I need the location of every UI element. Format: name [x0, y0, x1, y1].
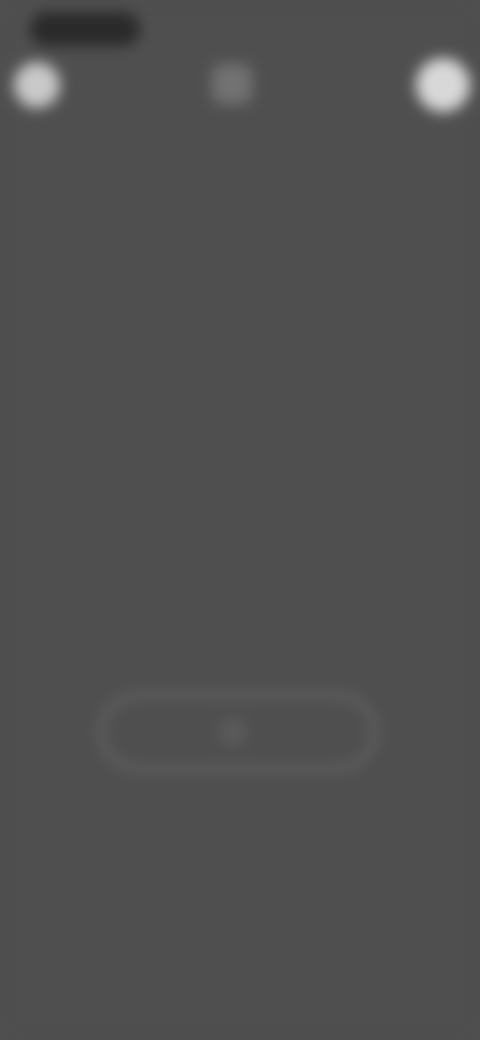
- app-icon[interactable]: [212, 64, 252, 104]
- primary-action-button[interactable]: [100, 694, 376, 770]
- square-icon: [224, 723, 242, 741]
- avatar-icon[interactable]: [14, 62, 60, 108]
- page-title: [20, 132, 320, 182]
- profile-avatar-icon[interactable]: [416, 58, 470, 112]
- status-bar-pill: [30, 12, 140, 46]
- app-screen: [0, 0, 480, 1040]
